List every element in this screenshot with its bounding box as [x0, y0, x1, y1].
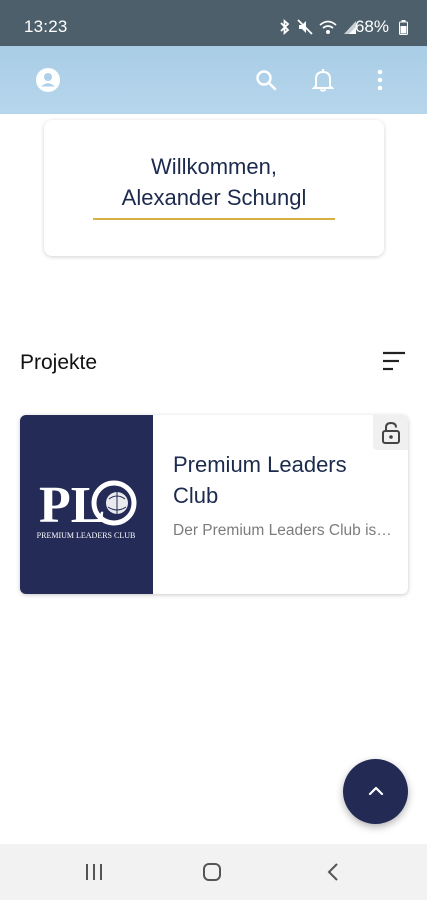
search-icon[interactable]: [250, 64, 282, 96]
welcome-divider: [93, 218, 335, 220]
project-title: Premium Leaders Club: [173, 452, 347, 508]
status-icons: [279, 17, 357, 37]
status-time: 13:23: [24, 17, 68, 36]
status-bar: 13:23 68%: [0, 0, 427, 46]
system-nav-bar: [0, 844, 427, 900]
plc-logo: PL PREMIUM LEADERS CLUB: [20, 415, 153, 594]
battery-icon: [399, 20, 408, 40]
welcome-greeting: Willkommen,: [151, 154, 277, 179]
app-bar: [0, 46, 427, 114]
bell-icon[interactable]: [307, 64, 339, 96]
battery-level: 68%: [354, 17, 389, 36]
home-icon[interactable]: [200, 862, 224, 882]
mute-icon: [297, 19, 313, 35]
back-icon[interactable]: [321, 862, 345, 882]
wifi-icon: [319, 20, 337, 35]
bluetooth-icon: [279, 19, 291, 35]
welcome-card: Willkommen, Alexander Schungl: [44, 120, 384, 256]
unlock-icon[interactable]: [373, 415, 408, 450]
projects-heading: Projekte: [20, 351, 98, 374]
recents-icon[interactable]: [82, 862, 106, 882]
account-icon[interactable]: [32, 64, 64, 96]
more-vert-icon[interactable]: [364, 64, 396, 96]
scroll-top-button[interactable]: [343, 759, 408, 824]
project-card[interactable]: PL PREMIUM LEADERS CLUB Premium Leaders …: [20, 415, 408, 594]
welcome-user-name: Alexander Schungl: [121, 185, 307, 210]
plc-logo-caption: PREMIUM LEADERS CLUB: [37, 531, 136, 540]
project-description: Der Premium Leaders Club ist ein Busines…: [173, 522, 395, 539]
sort-icon[interactable]: [381, 350, 407, 372]
chevron-up-icon: [368, 783, 384, 801]
